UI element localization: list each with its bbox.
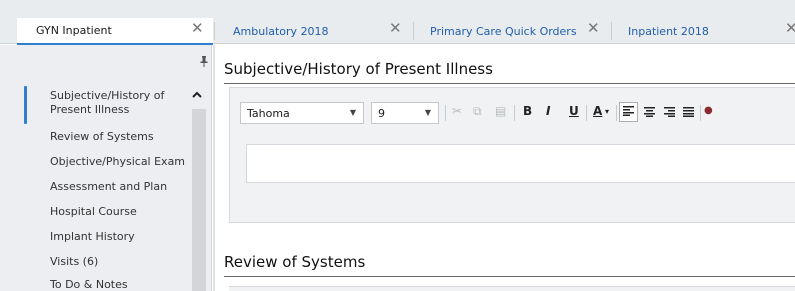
tab-bar: GYN Inpatient ✕ Ambulatory 2018 ✕ Primar… (0, 0, 795, 45)
sidebar-item-objective-physical-exam[interactable]: Objective/Physical Exam (50, 155, 185, 169)
sidebar-item-implant-history[interactable]: Implant History (50, 230, 135, 244)
tab-primary-care-quick-orders[interactable]: Primary Care Quick Orders ✕ (414, 18, 611, 44)
tab-label: GYN Inpatient (36, 24, 112, 37)
sidebar-item-subjective-history[interactable]: Subjective/History of Present Illness (50, 89, 180, 117)
tab-gyn-inpatient[interactable]: GYN Inpatient ✕ (17, 18, 213, 45)
rich-text-editor: Tahoma ▼ 9 ▼ ✂ ⧉ ▤ B I U A ▾ ● (229, 87, 795, 223)
paste-icon[interactable]: ▤ (495, 104, 506, 118)
italic-button[interactable]: I (546, 104, 550, 118)
sidebar-item-review-of-systems[interactable]: Review of Systems (50, 130, 154, 144)
section-divider (224, 83, 795, 84)
chevron-down-icon[interactable]: ▾ (605, 107, 609, 116)
tab-label: Inpatient 2018 (628, 24, 709, 38)
font-family-value: Tahoma (247, 106, 290, 120)
scrollbar[interactable] (192, 109, 206, 291)
chevron-down-icon: ▼ (349, 108, 356, 117)
sidebar-item-to-do-notes[interactable]: To Do & Notes (50, 278, 128, 291)
close-icon[interactable]: ✕ (785, 21, 795, 36)
font-size-value: 9 (378, 106, 385, 120)
sidebar: Subjective/History of Present Illness Re… (0, 45, 212, 291)
close-icon[interactable]: ✕ (191, 21, 204, 36)
section-divider (224, 276, 795, 277)
toolbar-separator (445, 105, 446, 121)
align-center-icon[interactable] (644, 106, 655, 120)
toolbar-separator (514, 105, 515, 121)
close-icon[interactable]: ✕ (389, 21, 402, 36)
chevron-down-icon: ▼ (424, 108, 431, 117)
section-title-subjective: Subjective/History of Present Illness (224, 60, 493, 78)
caret-up-icon[interactable] (192, 88, 202, 103)
align-justify-icon[interactable] (683, 106, 694, 120)
divider (213, 45, 215, 291)
review-of-systems-editor (229, 286, 795, 291)
cut-icon[interactable]: ✂ (452, 104, 462, 118)
pin-icon[interactable] (200, 56, 208, 70)
section-title-review-of-systems: Review of Systems (224, 253, 366, 271)
close-icon[interactable]: ✕ (587, 21, 600, 36)
font-family-select[interactable]: Tahoma ▼ (240, 102, 364, 124)
selected-indicator (24, 86, 27, 124)
sidebar-item-hospital-course[interactable]: Hospital Course (50, 205, 137, 219)
sidebar-item-assessment-and-plan[interactable]: Assessment and Plan (50, 180, 167, 194)
bold-button[interactable]: B (523, 104, 532, 118)
copy-icon[interactable]: ⧉ (473, 104, 482, 119)
insert-icon[interactable]: ● (704, 105, 713, 116)
sidebar-item-visits[interactable]: Visits (6) (50, 255, 98, 269)
align-left-icon[interactable] (619, 102, 638, 122)
toolbar-separator (616, 105, 617, 121)
tab-label: Primary Care Quick Orders (430, 24, 577, 38)
font-color-button[interactable]: A (593, 104, 602, 118)
align-right-icon[interactable] (664, 106, 675, 120)
tab-ambulatory-2018[interactable]: Ambulatory 2018 ✕ (215, 18, 413, 44)
note-text-area[interactable] (246, 144, 795, 183)
toolbar-separator (700, 105, 701, 121)
underline-button[interactable]: U (569, 104, 579, 118)
tab-inpatient-2018[interactable]: Inpatient 2018 ✕ (612, 18, 795, 44)
tab-label: Ambulatory 2018 (233, 24, 329, 38)
toolbar-separator (586, 105, 587, 121)
main-content: Subjective/History of Present Illness Ta… (213, 45, 795, 291)
font-size-select[interactable]: 9 ▼ (371, 102, 439, 124)
